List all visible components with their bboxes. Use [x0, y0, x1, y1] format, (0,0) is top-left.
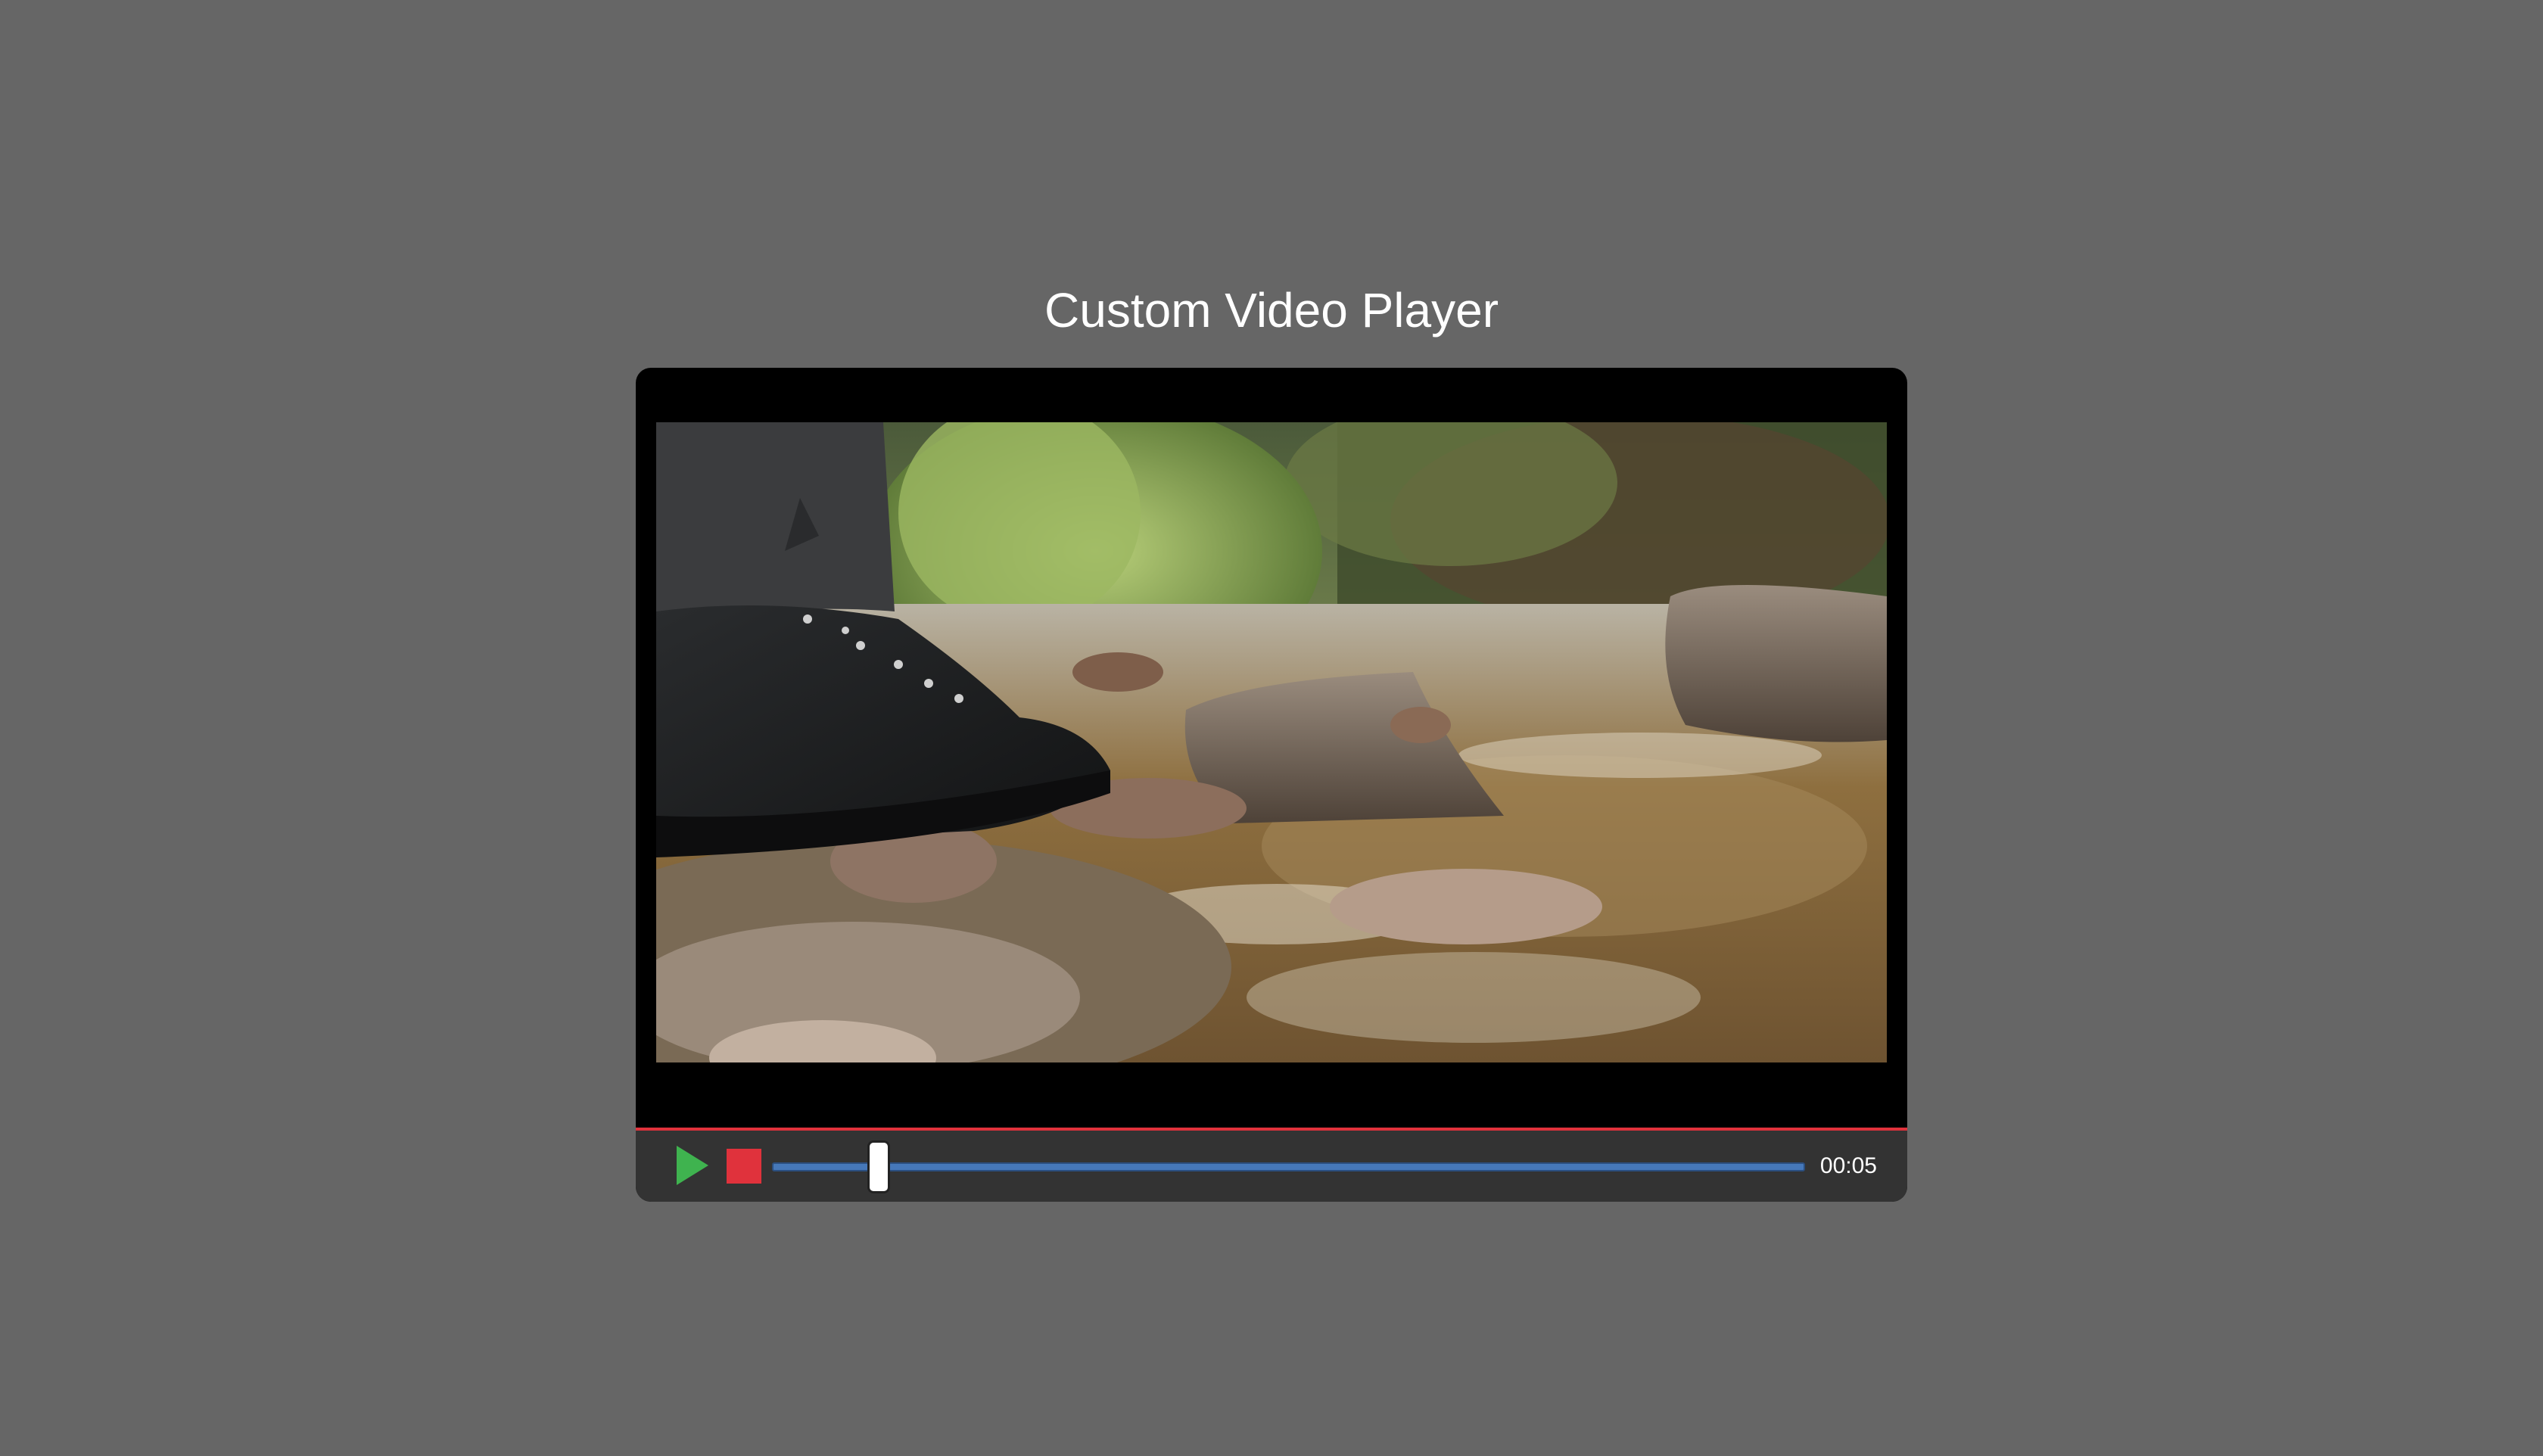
timestamp: 00:05 [1819, 1153, 1877, 1178]
progress-track [772, 1162, 1805, 1171]
play-icon [677, 1146, 708, 1185]
play-button[interactable] [674, 1146, 711, 1187]
stop-button[interactable] [727, 1149, 761, 1184]
video-frame[interactable] [656, 422, 1887, 1062]
page: Custom Video Player 00:05 [0, 0, 2543, 1456]
page-title: Custom Video Player [1044, 283, 1499, 338]
video-player: 00:05 [636, 368, 1907, 1202]
player-controls: 00:05 [636, 1128, 1907, 1202]
progress-slider[interactable] [772, 1140, 1805, 1193]
video-content-image [656, 422, 1887, 1062]
progress-thumb[interactable] [867, 1140, 890, 1193]
